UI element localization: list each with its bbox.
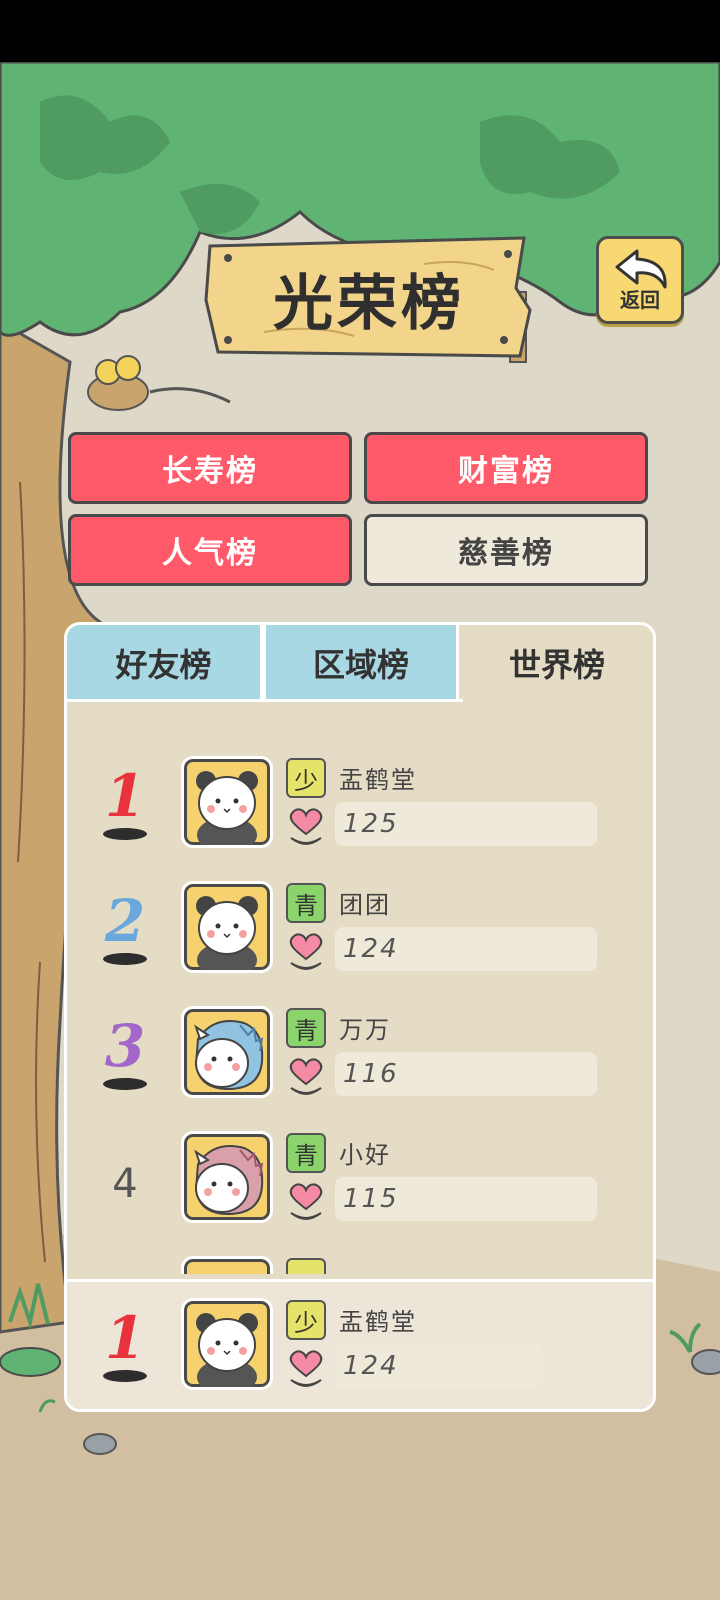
panda-avatar [181, 1298, 273, 1390]
title-sign: 光荣榜 [204, 236, 534, 360]
rank-marker: 3 [89, 1012, 161, 1102]
heart-icon [289, 808, 323, 846]
my-rank-bar: 1 少 盂鹤堂 124 [67, 1279, 653, 1409]
rank-marker: 4 [89, 1137, 161, 1227]
list-item[interactable]: 2 青 团团 124 [67, 877, 653, 987]
player-name: 万万 [339, 1016, 391, 1044]
age-badge: 青 [286, 883, 326, 923]
category-longevity-button[interactable]: 长寿榜 [68, 432, 352, 504]
rank-number: 3 [104, 1012, 146, 1080]
pink-dragon-avatar [181, 1131, 273, 1223]
heart-icon [289, 933, 323, 971]
score-value: 124 [335, 927, 597, 971]
back-button-label: 返回 [620, 288, 660, 312]
tab-region[interactable]: 区域榜 [263, 625, 459, 701]
category-popularity-button[interactable]: 人气榜 [68, 514, 352, 586]
blue-dragon-icon [194, 1020, 264, 1091]
list-item[interactable]: 1 少 盂鹤堂 125 [67, 752, 653, 862]
score-value: 115 [335, 1177, 597, 1221]
category-charity-button[interactable]: 慈善榜 [364, 514, 648, 586]
rank-marker: 2 [89, 887, 161, 977]
player-name: 盂鹤堂 [339, 766, 417, 794]
page-title: 光荣榜 [273, 268, 465, 339]
pink-dragon-icon [194, 1145, 264, 1216]
my-rank-row[interactable]: 1 少 盂鹤堂 124 [67, 1294, 653, 1404]
rank-hole [103, 1370, 147, 1382]
tab-friends[interactable]: 好友榜 [67, 625, 263, 701]
age-badge [286, 1258, 326, 1274]
score-value: 125 [335, 802, 597, 846]
player-name: 小好 [339, 1141, 391, 1169]
age-badge: 青 [286, 1133, 326, 1173]
blue-dragon-avatar [181, 1006, 273, 1098]
rank-hole [103, 828, 147, 840]
age-badge: 青 [286, 1008, 326, 1048]
rank-marker: 1 [89, 1304, 161, 1394]
age-badge: 少 [286, 758, 326, 798]
avatar [181, 1256, 273, 1274]
status-bar [0, 0, 720, 62]
category-wealth-button[interactable]: 财富榜 [364, 432, 648, 504]
heart-icon [289, 1350, 323, 1388]
panda-avatar [181, 881, 273, 973]
panda-icon [196, 896, 258, 970]
age-badge: 少 [286, 1300, 326, 1340]
back-button[interactable]: 返回 [596, 236, 684, 324]
player-name: 团团 [339, 891, 391, 919]
rank-number: 1 [104, 762, 146, 830]
list-item[interactable]: 4 青 小好 115 [67, 1127, 653, 1237]
rank-number: 4 [112, 1161, 138, 1207]
score-value: 116 [335, 1052, 597, 1096]
list-item[interactable] [67, 1252, 653, 1274]
rank-hole [103, 953, 147, 965]
tab-world[interactable]: 世界榜 [459, 625, 653, 701]
player-name: 盂鹤堂 [339, 1308, 417, 1336]
panda-avatar [181, 756, 273, 848]
rank-number: 1 [104, 1304, 146, 1372]
leaderboard-panel: 好友榜 区域榜 世界榜 1 少 盂鹤堂 125 2 青 团团 124 3 青 万… [64, 622, 656, 1412]
rank-number: 2 [104, 887, 146, 955]
score-value: 124 [335, 1344, 543, 1388]
rank-marker: 1 [89, 762, 161, 852]
panda-icon [196, 771, 258, 845]
heart-icon [289, 1183, 323, 1221]
panda-icon [196, 1313, 258, 1387]
rank-hole [103, 1078, 147, 1090]
ranking-list[interactable]: 1 少 盂鹤堂 125 2 青 团团 124 3 青 万万 116 4 青 小好… [67, 702, 653, 1274]
heart-icon [289, 1058, 323, 1096]
list-item[interactable]: 3 青 万万 116 [67, 1002, 653, 1112]
